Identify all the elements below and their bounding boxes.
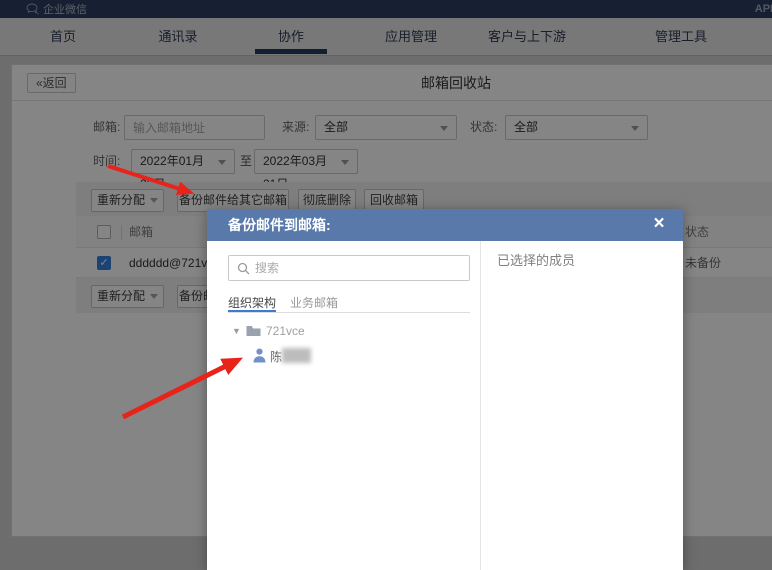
- backup-modal: 备份邮件到邮箱: × 组织架构 业务邮箱 ▼ 721vce 陈 已选择的成员: [207, 209, 683, 570]
- folder-icon: [246, 326, 261, 336]
- search-icon: [237, 262, 250, 275]
- redacted-name-blur: [282, 348, 311, 363]
- modal-title: 备份邮件到邮箱:: [228, 217, 331, 233]
- member-search-input[interactable]: [255, 256, 465, 280]
- close-icon[interactable]: ×: [645, 209, 673, 241]
- member-search-box[interactable]: [228, 255, 470, 281]
- selected-members-label: 已选择的成员: [497, 253, 576, 268]
- modal-tab-divider: [228, 312, 470, 313]
- panel-divider: [480, 241, 481, 570]
- tree-node-member[interactable]: 陈: [270, 347, 282, 367]
- tree-expander-icon[interactable]: ▼: [232, 321, 241, 341]
- person-icon: [253, 348, 266, 363]
- tree-node-company[interactable]: 721vce: [266, 321, 305, 341]
- tab-business-mailbox[interactable]: 业务邮箱: [290, 293, 338, 313]
- modal-header: 备份邮件到邮箱: ×: [207, 209, 683, 241]
- screen: 企业微信 APD 首页 通讯录 协作 应用管理 客户与上下游 管理工具 «返回 …: [0, 0, 772, 570]
